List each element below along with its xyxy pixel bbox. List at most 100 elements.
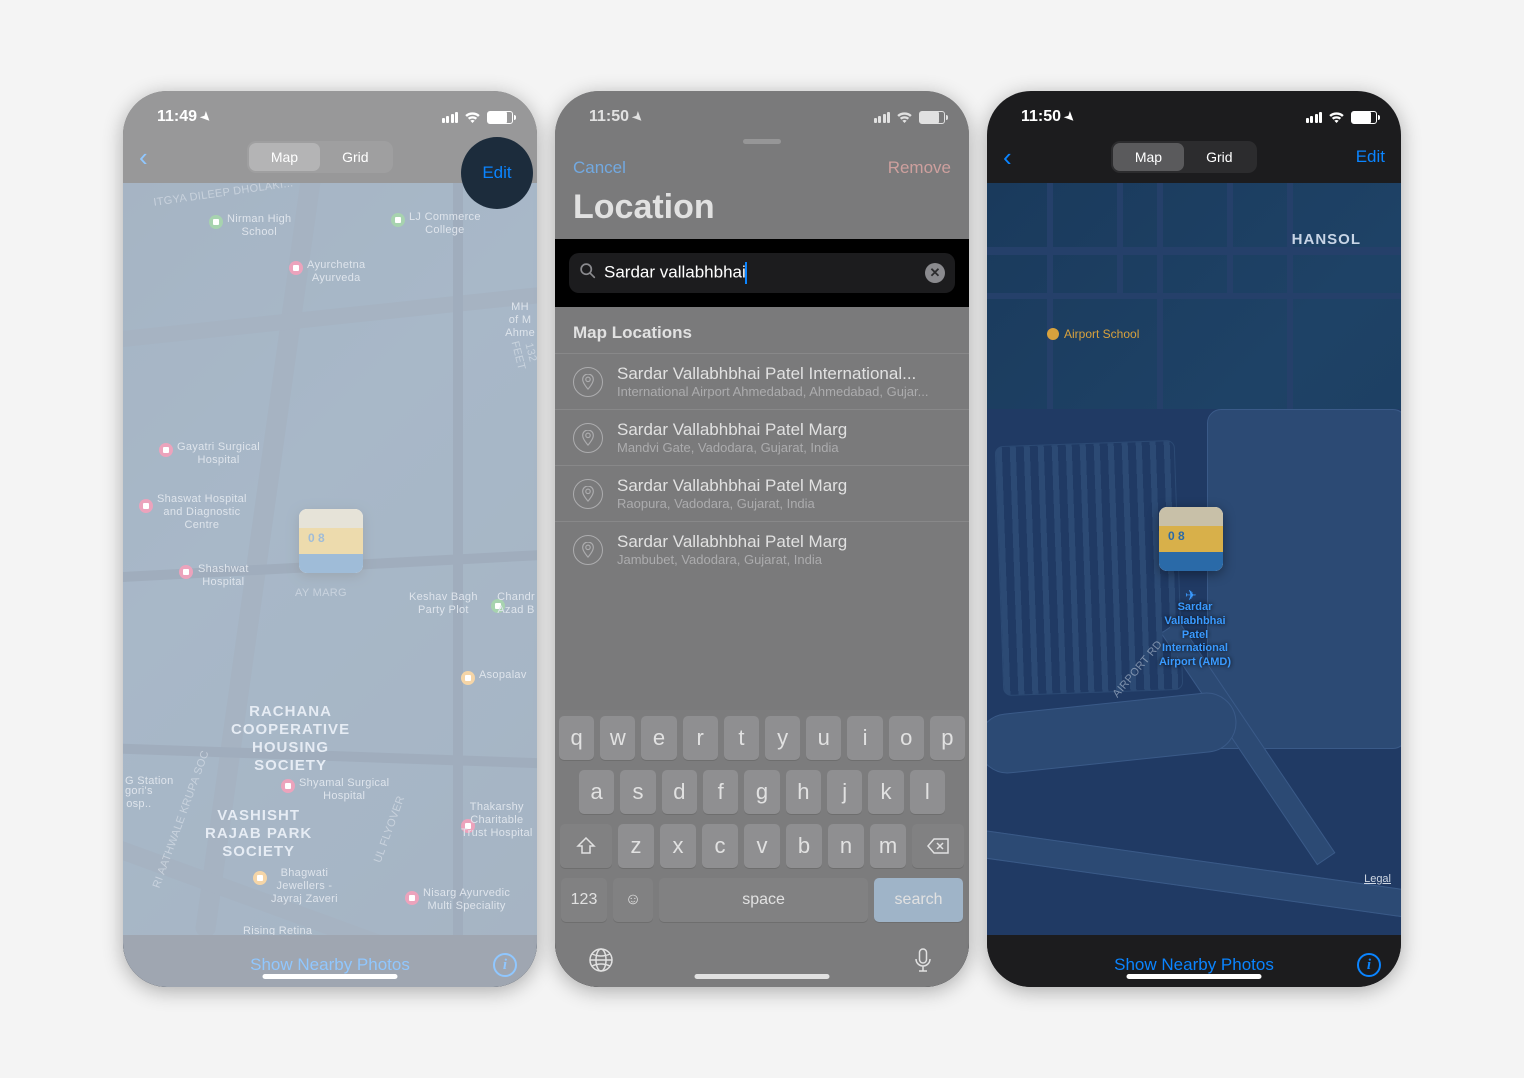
map-label: Shashwat Hospital (198, 563, 249, 589)
result-title: Sardar Vallabhbhai Patel Marg (617, 532, 847, 552)
key-o[interactable]: o (889, 716, 924, 760)
key-f[interactable]: f (703, 770, 738, 814)
segment-grid[interactable]: Grid (320, 143, 390, 171)
key-q[interactable]: q (559, 716, 594, 760)
map-label: Chandr Azad B (497, 591, 535, 617)
key-x[interactable]: x (660, 824, 696, 868)
search-input-value: Sardar vallabhbhai (604, 262, 917, 284)
search-field[interactable]: Sardar vallabhbhai ✕ (569, 253, 955, 293)
result-item[interactable]: Sardar Vallabhbhai Patel MargMandvi Gate… (555, 409, 969, 465)
key-e[interactable]: e (641, 716, 676, 760)
map-pin-icon (573, 423, 603, 453)
emoji-key[interactable]: ☺ (613, 878, 653, 922)
keyboard[interactable]: qwertyuiop asdfghjkl zxcvbnm 123 ☺ space… (555, 710, 969, 987)
search-icon (579, 262, 596, 284)
key-z[interactable]: z (618, 824, 654, 868)
info-button[interactable]: i (1357, 953, 1381, 977)
result-title: Sardar Vallabhbhai Patel Marg (617, 476, 847, 496)
map-label: UL FLYOVER (372, 794, 408, 865)
key-g[interactable]: g (744, 770, 779, 814)
battery-icon (487, 111, 513, 124)
key-k[interactable]: k (868, 770, 903, 814)
remove-button[interactable]: Remove (888, 158, 951, 178)
legal-link[interactable]: Legal (1364, 873, 1391, 885)
backspace-key[interactable] (912, 824, 964, 868)
screen-1-map-before: 11:49 ➤ ‹ Map Grid Edit (123, 91, 537, 987)
cellular-icon (442, 111, 459, 123)
key-n[interactable]: n (828, 824, 864, 868)
segment-map[interactable]: Map (249, 143, 320, 171)
map-pin-icon (573, 479, 603, 509)
result-title: Sardar Vallabhbhai Patel International..… (617, 364, 929, 384)
edit-highlight[interactable]: Edit (461, 137, 533, 209)
key-h[interactable]: h (786, 770, 821, 814)
search-key[interactable]: search (874, 878, 963, 922)
home-indicator[interactable] (263, 974, 398, 979)
numbers-key[interactable]: 123 (561, 878, 607, 922)
edit-button[interactable]: Edit (1356, 147, 1385, 167)
map-canvas[interactable]: ITGYA DILEEP DHOLAKI... Nirman High Scho… (123, 183, 537, 935)
cancel-button[interactable]: Cancel (573, 158, 626, 178)
status-time: 11:50 (589, 108, 629, 126)
key-i[interactable]: i (847, 716, 882, 760)
map-label: ITGYA DILEEP DHOLAKI... (153, 183, 294, 210)
wifi-icon (1328, 111, 1345, 124)
photo-pin[interactable] (299, 509, 363, 573)
map-canvas[interactable]: HANSOL Airport School AIRPORT RD ✈ Sarda… (987, 183, 1401, 935)
key-p[interactable]: p (930, 716, 965, 760)
dictation-icon[interactable] (909, 946, 937, 979)
key-y[interactable]: y (765, 716, 800, 760)
poi-icon (139, 499, 153, 513)
poi-icon (461, 671, 475, 685)
key-t[interactable]: t (724, 716, 759, 760)
back-button[interactable]: ‹ (139, 142, 148, 173)
info-button[interactable]: i (493, 953, 517, 977)
results-header: Map Locations (555, 307, 969, 353)
airport-label: Sardar Vallabhbhai Patel International A… (1145, 601, 1245, 670)
key-b[interactable]: b (786, 824, 822, 868)
photo-thumbnail (1159, 507, 1223, 571)
home-indicator[interactable] (695, 974, 830, 979)
cellular-icon (874, 111, 891, 123)
battery-icon (1351, 111, 1377, 124)
map-pin-icon (573, 535, 603, 565)
key-w[interactable]: w (600, 716, 635, 760)
show-nearby-button[interactable]: Show Nearby Photos (1031, 955, 1357, 975)
result-subtitle: Mandvi Gate, Vadodara, Gujarat, India (617, 440, 847, 455)
clear-search-icon[interactable]: ✕ (925, 263, 945, 283)
key-c[interactable]: c (702, 824, 738, 868)
show-nearby-button[interactable]: Show Nearby Photos (167, 955, 493, 975)
status-time: 11:49 (157, 108, 197, 126)
results-list: Sardar Vallabhbhai Patel International..… (555, 353, 969, 577)
key-s[interactable]: s (620, 770, 655, 814)
key-v[interactable]: v (744, 824, 780, 868)
home-indicator[interactable] (1127, 974, 1262, 979)
map-label: Keshav Bagh Party Plot (409, 591, 478, 617)
segment-map[interactable]: Map (1113, 143, 1184, 171)
screen-3-map-after: 11:50 ➤ ‹ Map Grid Edit (987, 91, 1401, 987)
map-grid-segment[interactable]: Map Grid (247, 141, 393, 173)
map-grid-segment[interactable]: Map Grid (1111, 141, 1257, 173)
key-l[interactable]: l (910, 770, 945, 814)
key-r[interactable]: r (683, 716, 718, 760)
result-item[interactable]: Sardar Vallabhbhai Patel MargRaopura, Va… (555, 465, 969, 521)
segment-grid[interactable]: Grid (1184, 143, 1254, 171)
key-d[interactable]: d (662, 770, 697, 814)
result-item[interactable]: Sardar Vallabhbhai Patel International..… (555, 353, 969, 409)
map-label: RACHANA COOPERATIVE HOUSING SOCIETY (231, 703, 350, 775)
key-j[interactable]: j (827, 770, 862, 814)
globe-icon[interactable] (587, 946, 615, 979)
battery-icon (919, 111, 945, 124)
space-key[interactable]: space (659, 878, 868, 922)
poi-icon (179, 565, 193, 579)
result-title: Sardar Vallabhbhai Patel Marg (617, 420, 847, 440)
map-pin-icon (573, 367, 603, 397)
key-m[interactable]: m (870, 824, 906, 868)
photo-pin[interactable] (1159, 507, 1223, 571)
key-a[interactable]: a (579, 770, 614, 814)
shift-key[interactable] (560, 824, 612, 868)
key-u[interactable]: u (806, 716, 841, 760)
back-button[interactable]: ‹ (1003, 142, 1012, 173)
map-label: VASHISHT RAJAB PARK SOCIETY (205, 807, 312, 861)
result-item[interactable]: Sardar Vallabhbhai Patel MargJambubet, V… (555, 521, 969, 577)
